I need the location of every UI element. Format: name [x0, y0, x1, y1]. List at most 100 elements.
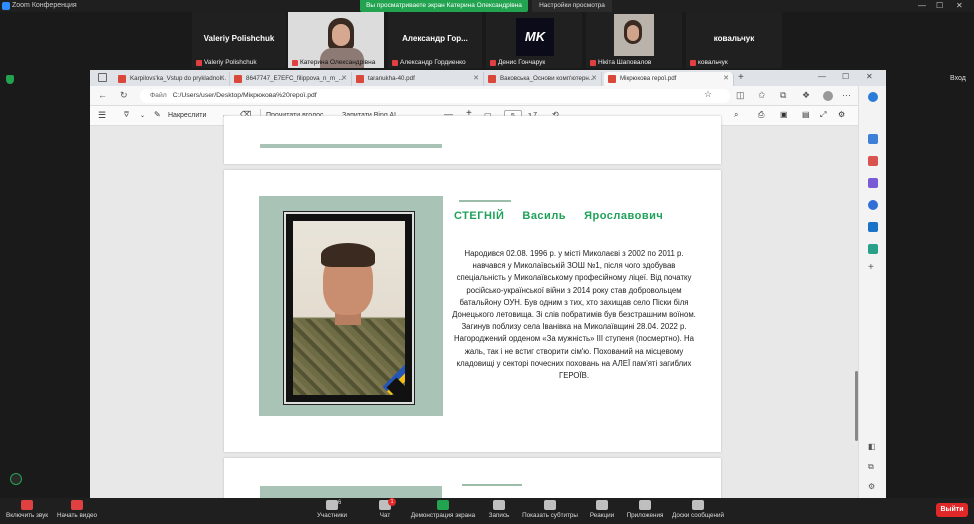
chat-button[interactable]: Чат 1 [370, 498, 400, 519]
participant-tile[interactable]: ковальчук ковальчук [686, 12, 782, 68]
save-as-icon[interactable]: ▤ [802, 110, 810, 119]
close-tab-icon[interactable]: ✕ [341, 72, 347, 86]
highlight-icon[interactable]: ⩢ [124, 110, 129, 120]
close-icon[interactable]: ✕ [866, 72, 873, 81]
chevron-down-icon[interactable]: ⌄ [140, 112, 145, 119]
video-off-icon [71, 500, 83, 510]
outlook-icon[interactable] [868, 222, 878, 232]
file-label: Файл [150, 92, 167, 99]
drop-icon[interactable] [868, 244, 878, 254]
subtitles-button[interactable]: Показать субтитры [520, 500, 580, 519]
participant-tile[interactable]: Valeriy Polishchuk Valeriy Polishchuk [192, 12, 286, 68]
browser-tab[interactable]: Ваковська_Основи комп'ютерн... ✕ [484, 72, 602, 86]
pdf-page-previous [224, 116, 721, 164]
annotate-pen-icon[interactable] [10, 473, 22, 485]
window-title: Zoom Конференция [12, 2, 77, 9]
tab-actions-icon[interactable] [98, 73, 107, 82]
close-tab-icon[interactable]: ✕ [723, 72, 729, 86]
portrait-frame [283, 211, 415, 405]
pdf-page-current: СТЕГНІЙ Василь Ярославович Народився 02.08… [224, 170, 721, 452]
collections-icon[interactable]: ⧉ [780, 90, 786, 101]
apps-button[interactable]: Приложения [622, 500, 668, 519]
start-video-button[interactable]: Начать видео [54, 500, 100, 519]
muted-mic-icon [196, 60, 202, 66]
favorite-star-icon[interactable]: ☆ [704, 89, 712, 100]
muted-mic-icon [590, 60, 596, 66]
search-icon[interactable]: ⌕ [734, 110, 738, 120]
refresh-icon[interactable]: ↻ [120, 90, 128, 101]
sign-in-link[interactable]: Вход [950, 75, 966, 82]
leave-button[interactable]: Выйти [936, 503, 968, 517]
tag-icon[interactable] [868, 134, 878, 144]
portrait-photo [293, 221, 405, 395]
decorative-line [459, 200, 511, 202]
draw-button[interactable]: Накреслити [168, 112, 206, 119]
settings-icon[interactable]: ⚙ [838, 110, 845, 119]
pdf-icon [356, 75, 364, 83]
pdf-icon [118, 75, 126, 83]
more-menu-icon[interactable]: ⋯ [842, 90, 851, 101]
browser-window: Karpilovs'ka_Vstup do prykladnoi... ✕ 864… [90, 70, 886, 498]
games-icon[interactable] [868, 178, 878, 188]
fullscreen-icon[interactable]: ⤢ [820, 110, 826, 120]
toolbox-icon[interactable] [868, 156, 878, 166]
muted-mic-icon [21, 500, 33, 510]
close-tab-icon[interactable]: ✕ [591, 72, 597, 86]
record-button[interactable]: Запись [482, 500, 516, 519]
chat-badge: 1 [388, 498, 396, 506]
maximize-icon[interactable]: ☐ [936, 1, 943, 10]
new-tab-icon[interactable]: + [738, 72, 744, 83]
copilot-icon[interactable] [868, 92, 878, 102]
browser-tab[interactable]: taranukha-40.pdf ✕ [352, 72, 484, 86]
browser-tab[interactable]: 8647747_E7EFC_filippova_n_m_... ✕ [230, 72, 352, 86]
maximize-icon[interactable]: ☐ [842, 72, 849, 81]
pdf-icon [488, 75, 496, 83]
participant-tile[interactable]: Александр Гор... Александр Гордиенко [388, 12, 482, 68]
print-icon[interactable]: ⎙ [758, 110, 764, 120]
split-screen-icon[interactable]: ◫ [736, 90, 745, 101]
muted-mic-icon [690, 60, 696, 66]
share-screen-button[interactable]: Демонстрация экрана [410, 500, 476, 519]
extensions-icon[interactable]: ❖ [802, 90, 810, 101]
close-icon[interactable]: ✕ [956, 1, 963, 10]
hero-surname: СТЕГНІЙ [454, 210, 505, 222]
reactions-icon [596, 500, 608, 510]
sidebar-toggle-icon[interactable]: ◧ [868, 442, 876, 451]
address-bar-row: ← ↻ Файл C:/Users/user/Desktop/Мікрюкова%… [90, 86, 886, 106]
save-icon[interactable]: ▣ [780, 110, 788, 119]
minimize-icon[interactable]: — [918, 1, 926, 10]
participant-tile[interactable]: MK Денис Гончарук [486, 12, 582, 68]
microsoft365-icon[interactable] [868, 200, 878, 210]
close-tab-icon[interactable]: ✕ [219, 72, 225, 86]
whiteboards-button[interactable]: Доски сообщений [670, 500, 726, 519]
face-shape [332, 24, 350, 46]
draw-icon[interactable]: ✎ [154, 110, 161, 119]
whiteboard-icon [692, 500, 704, 510]
security-shield-icon[interactable] [6, 75, 14, 84]
browser-tab[interactable]: Karpilovs'ka_Vstup do prykladnoi... ✕ [114, 72, 230, 86]
apps-icon [639, 500, 651, 510]
cc-icon [544, 500, 556, 510]
reactions-button[interactable]: Реакции [584, 500, 620, 519]
participant-tile-active[interactable]: Катерина Олександрівна [288, 12, 384, 68]
contents-icon[interactable]: ☰ [98, 110, 106, 121]
pdf-page-next [224, 458, 721, 498]
external-link-icon[interactable]: ⧉ [868, 462, 874, 472]
participants-button[interactable]: Участники 6 [312, 500, 352, 519]
view-options-button[interactable]: Настройки просмотра [532, 0, 612, 12]
participant-tile[interactable]: Нікіта Шаповалов [586, 12, 682, 68]
mute-button[interactable]: Включить звук [4, 500, 50, 519]
close-tab-icon[interactable]: ✕ [473, 72, 479, 86]
add-icon[interactable]: + [868, 262, 874, 273]
avatar: MK [516, 18, 554, 56]
favorites-icon[interactable]: ✩ [758, 90, 766, 101]
profile-avatar[interactable] [823, 91, 833, 101]
pdf-viewer[interactable]: СТЕГНІЙ Василь Ярославович Народився 02.08… [90, 116, 858, 498]
settings-icon[interactable]: ⚙ [868, 482, 875, 491]
back-icon[interactable]: ← [98, 90, 107, 100]
minimize-icon[interactable]: — [818, 72, 826, 81]
address-field[interactable]: Файл C:/Users/user/Desktop/Мікрюкова%20ге… [140, 89, 730, 103]
browser-tab-active[interactable]: Мікрюкова герої.pdf ✕ [604, 72, 734, 86]
hero-biography: Народився 02.08. 1996 р. у місті Миколає… [452, 249, 696, 381]
zoom-controls-bar: Включить звук Начать видео Участники 6 Ча… [0, 498, 974, 524]
